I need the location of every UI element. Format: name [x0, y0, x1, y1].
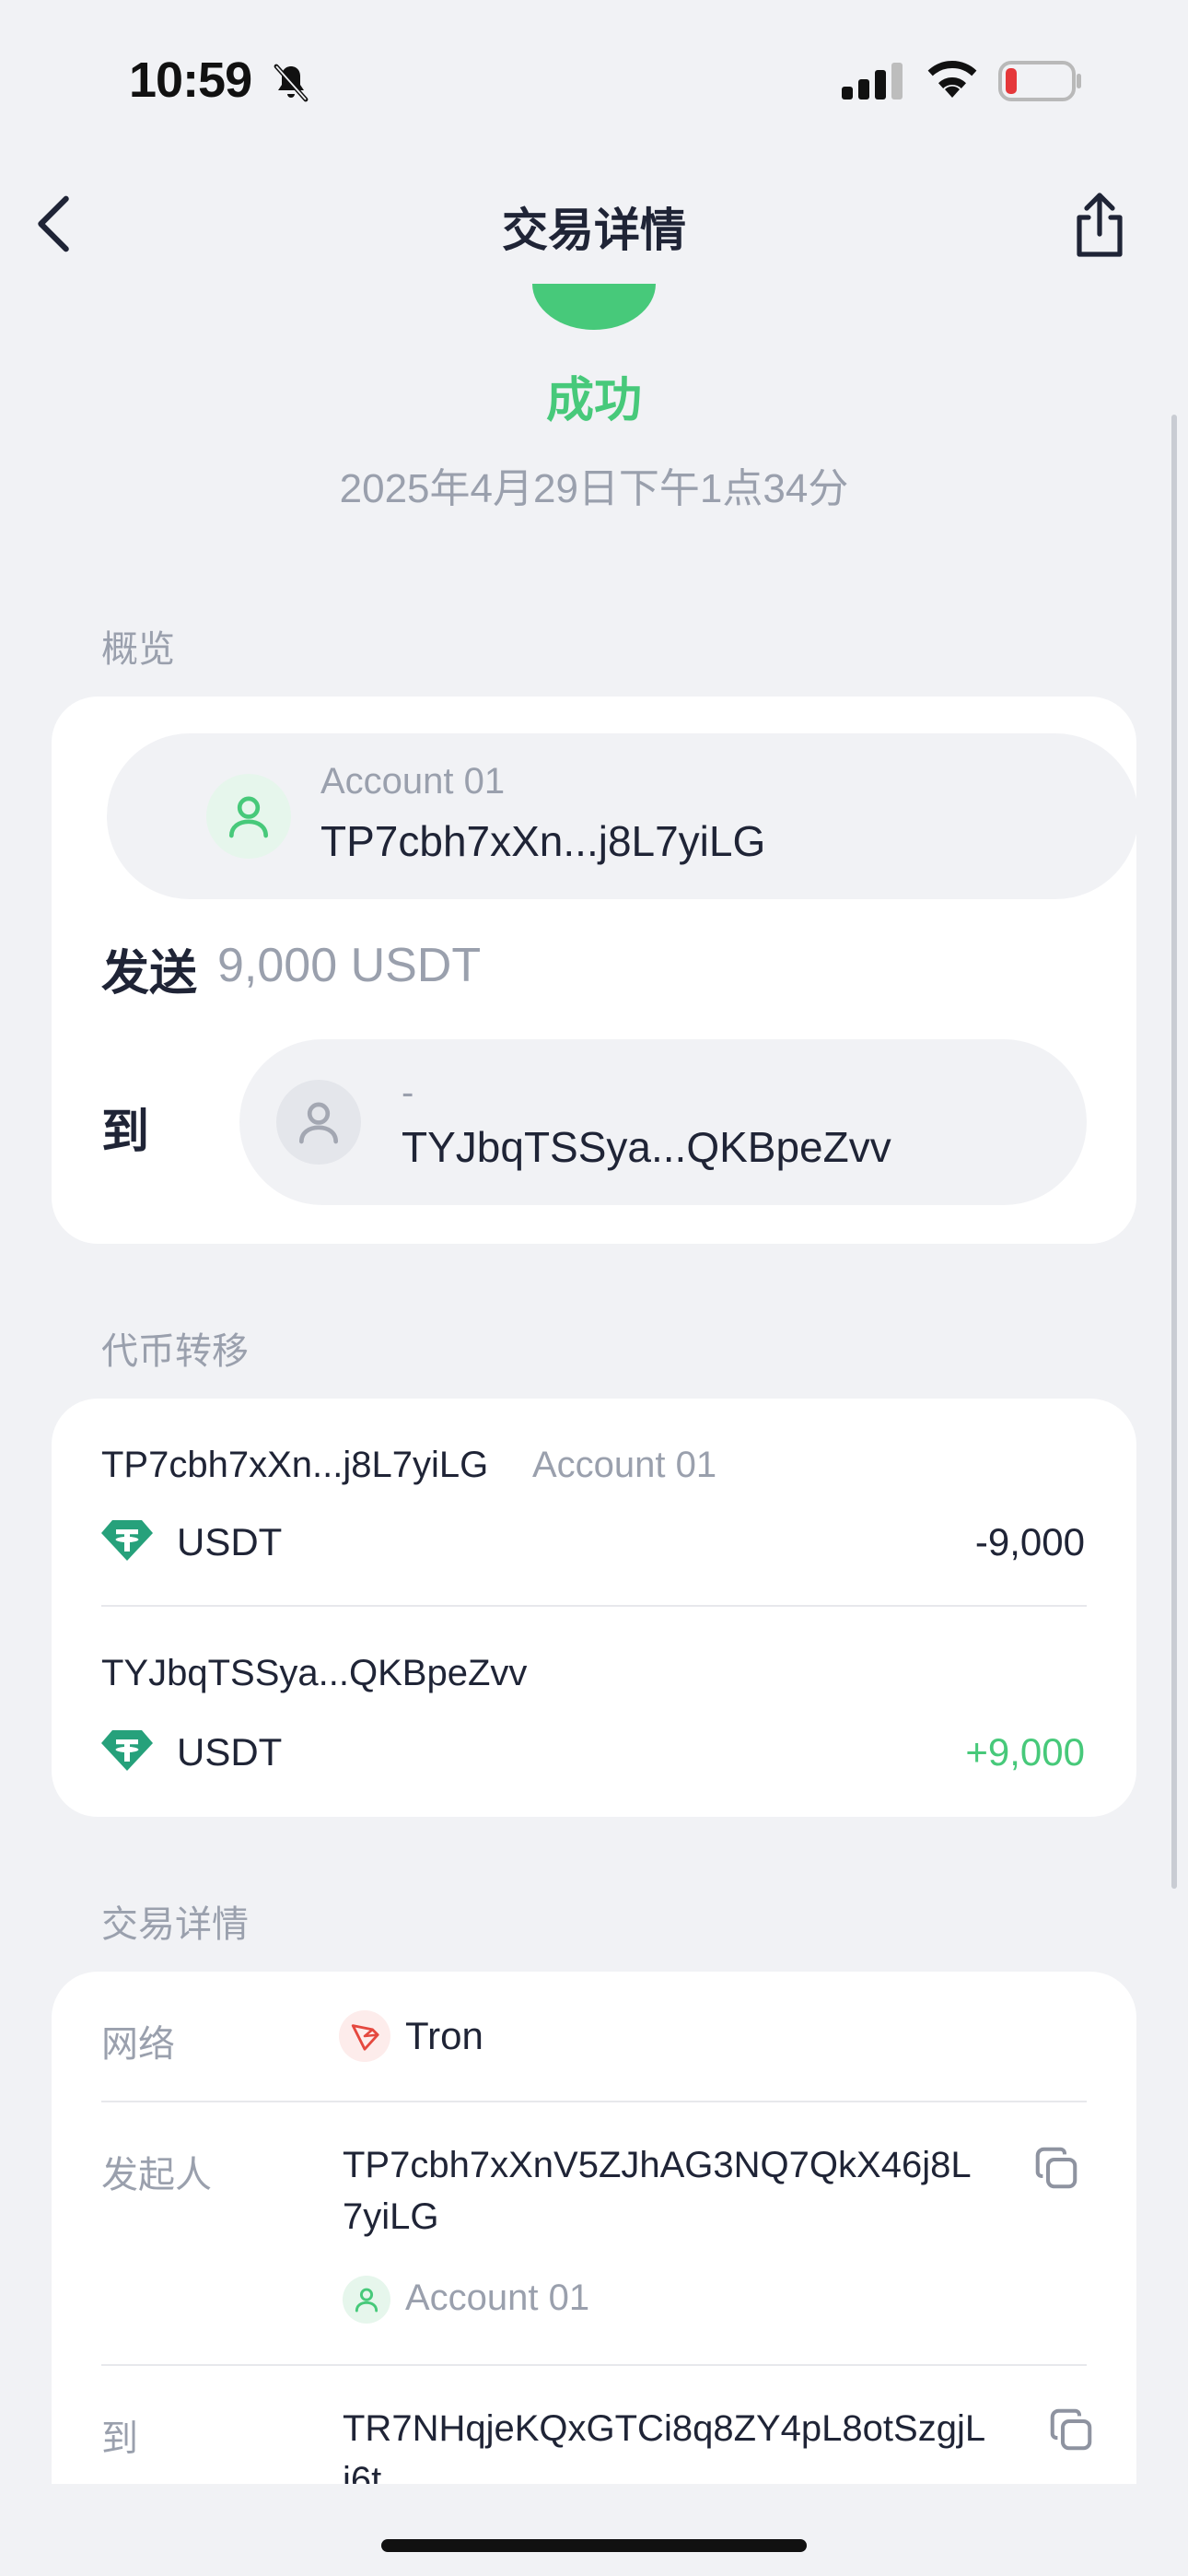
battery-low-icon	[998, 61, 1081, 101]
to-name: -	[402, 1072, 414, 1113]
transfer-to-address: TYJbqTSSya...QKBpeZvv	[101, 1653, 528, 1693]
user-icon	[355, 2288, 379, 2313]
transaction-datetime: 2025年4月29日下午1点34分	[339, 466, 849, 511]
details-section-label: 交易详情	[101, 1904, 249, 1945]
row-divider	[101, 2364, 1087, 2366]
initiator-avatar	[343, 2276, 390, 2324]
to-address: TYJbqTSSya...QKBpeZvv	[402, 1123, 891, 1171]
user-icon	[229, 796, 268, 838]
token-transfer-card: TP7cbh7xXn...j8L7yiLG Account 01 USDT -9…	[52, 1399, 1136, 1817]
transfer-from-address: TP7cbh7xXn...j8L7yiLG	[101, 1445, 489, 1485]
initiator-address-line2[interactable]: 7yiLG	[343, 2196, 439, 2238]
from-address: TP7cbh7xXn...j8L7yiLG	[320, 817, 766, 865]
to-avatar	[276, 1080, 361, 1165]
copy-icon[interactable]	[1046, 2405, 1096, 2454]
details-to-address-line1[interactable]: TR7NHqjeKQxGTCi8q8ZY4pL8otSzgjL	[343, 2408, 985, 2450]
tether-icon	[101, 1520, 153, 1561]
details-to-label: 到	[101, 2418, 138, 2459]
row-divider	[101, 1605, 1087, 1607]
to-label: 到	[101, 1106, 150, 1159]
tether-icon	[101, 1730, 153, 1771]
transfer-token-name: USDT	[177, 1730, 283, 1774]
network-label: 网络	[101, 2024, 175, 2065]
cellular-signal-icon	[842, 63, 903, 100]
success-status-icon	[532, 284, 656, 330]
overview-section-label: 概览	[101, 629, 175, 670]
send-label: 发送	[101, 947, 198, 1001]
token-transfer-section-label: 代币转移	[101, 1331, 249, 1372]
bottom-safe-area	[0, 2484, 1188, 2576]
user-icon	[299, 1102, 338, 1144]
transfer-amount-out: -9,000	[974, 1520, 1085, 1563]
transfer-amount-in: +9,000	[965, 1730, 1085, 1774]
send-amount: 9,000 USDT	[217, 939, 482, 992]
status-time: 10:59	[129, 53, 252, 108]
bell-muted-icon	[274, 64, 309, 102]
transaction-status: 成功	[545, 374, 642, 427]
home-indicator[interactable]	[381, 2539, 807, 2552]
share-icon[interactable]	[1070, 190, 1129, 260]
initiator-address-line1[interactable]: TP7cbh7xXnV5ZJhAG3NQ7QkX46j8L	[343, 2145, 972, 2186]
wifi-icon	[927, 61, 977, 98]
scrollbar[interactable]	[1171, 415, 1177, 1889]
tron-icon	[339, 2010, 390, 2062]
transfer-from-account: Account 01	[532, 1445, 717, 1485]
from-account-pill[interactable]: Account 01 TP7cbh7xXn...j8L7yiLG	[107, 733, 1138, 899]
initiator-account: Account 01	[405, 2277, 590, 2318]
row-divider	[101, 2101, 1087, 2102]
page-title: 交易详情	[502, 205, 686, 256]
from-avatar	[206, 774, 291, 859]
details-card: 网络 Tron 发起人 TP7cbh7xXnV5ZJhAG3NQ7QkX46j8…	[52, 1972, 1136, 2500]
network-value: Tron	[405, 2014, 483, 2057]
tron-logo-icon	[351, 2024, 379, 2051]
from-account-name: Account 01	[320, 761, 506, 802]
to-account-pill[interactable]: - TYJbqTSSya...QKBpeZvv	[239, 1039, 1087, 1205]
initiator-label: 发起人	[101, 2155, 212, 2195]
overview-card: Account 01 TP7cbh7xXn...j8L7yiLG 发送 9,00…	[52, 697, 1138, 1244]
copy-icon[interactable]	[1031, 2143, 1081, 2193]
transfer-token-name: USDT	[177, 1520, 283, 1563]
